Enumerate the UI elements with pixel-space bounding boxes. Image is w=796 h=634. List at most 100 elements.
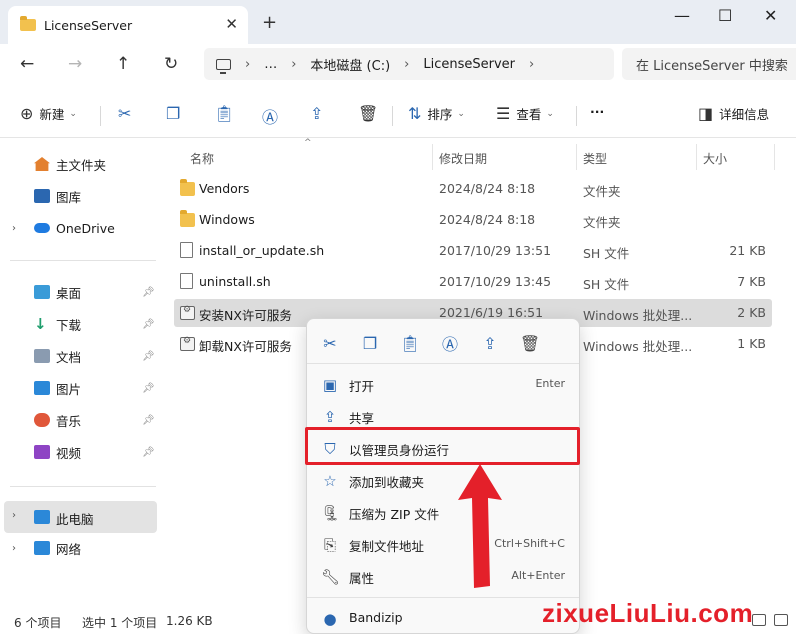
details-pane-button[interactable]: ◨ 详细信息 [698,104,769,123]
column-header-type[interactable]: 类型 [583,146,607,170]
details-view-icon[interactable] [752,614,766,626]
copy-button[interactable]: ❐ [166,104,186,123]
tiles-view-icon[interactable] [774,614,788,626]
pin-icon[interactable]: 📌︎ [142,383,155,394]
batch-file-icon [180,336,195,351]
sidebar-item-home[interactable]: 主文件夹 [0,150,160,178]
column-divider[interactable] [774,144,775,170]
details-label: 详细信息 [719,107,770,122]
column-divider[interactable] [432,144,433,170]
sidebar-item-desktop[interactable]: 桌面 📌︎ [0,278,160,306]
menu-shortcut: Alt+Enter [511,569,565,582]
sidebar-item-documents[interactable]: 文档 📌︎ [0,342,160,370]
file-name: 安装NX许可服务 [199,308,292,323]
file-row-uninstall[interactable]: uninstall.sh 2017/10/29 13:45 SH 文件 7 KB [174,268,772,296]
context-share-button[interactable]: ⇪ [475,331,505,355]
share-button[interactable]: ⇪ [310,104,329,123]
menu-item-copy-path[interactable]: ⎘ 复制文件地址 Ctrl+Shift+C [311,529,575,559]
column-header-name[interactable]: 名称 [190,146,214,170]
delete-button[interactable]: 🗑︎ [358,104,384,123]
file-icon [180,242,193,258]
menu-shortcut: Enter [535,377,565,390]
sidebar-item-onedrive[interactable]: › OneDrive [0,214,160,242]
file-date: 2024/8/24 8:18 [439,212,536,227]
column-header-size[interactable]: 大小 [703,146,727,170]
refresh-button[interactable]: ↻ [164,54,178,74]
context-menu: ✂ ❐ 📋︎ Ⓐ ⇪ 🗑︎ ▣ 打开 Enter ⇪ 共享 ⛉ 以管理员身份运行… [306,318,580,634]
menu-item-open[interactable]: ▣ 打开 Enter [311,369,575,399]
address-bar[interactable]: › … › 本地磁盘 (C:) › LicenseServer › [204,48,614,80]
file-row-vendors[interactable]: Vendors 2024/8/24 8:18 文件夹 [174,175,772,203]
sidebar-item-gallery[interactable]: 图库 [0,182,160,210]
trash-icon: 🗑︎ [519,333,541,353]
new-button[interactable]: ⊕ 新建 ⌄ [20,104,77,123]
rename-button[interactable]: Ⓐ [262,104,284,128]
menu-item-properties[interactable]: 🔧︎ 属性 Alt+Enter [311,561,575,591]
sidebar-item-pictures[interactable]: 图片 📌︎ [0,374,160,402]
menu-label: 复制文件地址 [349,539,425,554]
file-type: SH 文件 [583,277,630,292]
chevron-right-icon[interactable]: › [12,543,16,554]
context-delete-button[interactable]: 🗑︎ [515,331,545,355]
context-paste-button[interactable]: 📋︎ [395,331,425,355]
menu-item-compress-zip[interactable]: 🗜︎ 压缩为 ZIP 文件 [311,497,575,527]
red-arrow-annotation [458,464,502,588]
new-tab-button[interactable]: + [262,12,277,33]
sidebar-item-thispc[interactable]: › 此电脑 [4,501,157,533]
cut-button[interactable]: ✂ [118,104,137,123]
breadcrumb-separator-icon[interactable]: › [404,57,409,72]
pin-icon[interactable]: 📌︎ [142,447,155,458]
menu-label: 压缩为 ZIP 文件 [349,507,440,522]
list-view-icon: ☰ [496,104,511,123]
chevron-right-icon[interactable]: › [12,510,16,521]
file-date: 2024/8/24 8:18 [439,181,536,196]
breadcrumb-separator-icon[interactable]: › [245,57,250,72]
trash-icon: 🗑︎ [358,104,379,123]
file-row-install-or-update[interactable]: install_or_update.sh 2017/10/29 13:51 SH… [174,237,772,265]
minimize-button[interactable]: — [674,6,690,25]
search-input[interactable]: 在 LicenseServer 中搜索 [622,48,796,80]
maximize-button[interactable]: ☐ [718,6,732,25]
close-button[interactable]: ✕ [764,6,777,25]
pin-icon[interactable]: 📌︎ [142,351,155,362]
breadcrumb-local-disk[interactable]: 本地磁盘 (C:) [310,55,390,74]
back-button[interactable]: ← [20,54,34,74]
new-label: 新建 [39,107,65,122]
context-copy-button[interactable]: ❐ [355,331,385,355]
context-rename-button[interactable]: Ⓐ [435,331,465,355]
tab-close-button[interactable]: ✕ [225,15,238,33]
pin-icon[interactable]: 📌︎ [142,287,155,298]
breadcrumb-separator-icon[interactable]: › [529,57,534,72]
pin-icon[interactable]: 📌︎ [142,415,155,426]
column-header-modified[interactable]: 修改日期 [439,146,487,170]
breadcrumb-more[interactable]: … [264,57,277,72]
wrench-icon: 🔧︎ [321,568,341,586]
menu-item-bandizip[interactable]: ● Bandizip [311,603,575,633]
document-icon [34,349,50,363]
up-button[interactable]: ↑ [116,54,130,74]
file-row-windows[interactable]: Windows 2024/8/24 8:18 文件夹 [174,206,772,234]
breadcrumb-separator-icon[interactable]: › [291,57,296,72]
menu-item-add-favorites[interactable]: ☆ 添加到收藏夹 [311,465,575,495]
paste-button[interactable]: 📋︎ [214,104,240,123]
chevron-right-icon[interactable]: › [12,223,16,234]
sidebar-label: 视频 [56,445,82,461]
sort-button[interactable]: ⇅ 排序 ⌄ [408,104,465,123]
more-options-button[interactable]: ··· [590,104,604,119]
share-icon: ⇪ [323,408,337,426]
sidebar-item-videos[interactable]: 视频 📌︎ [0,438,160,466]
watermark-text: zixueLiuLiu.com [542,598,754,628]
view-button[interactable]: ☰ 查看 ⌄ [496,104,554,123]
sidebar-item-music[interactable]: 音乐 📌︎ [0,406,160,434]
tab-licenseserver[interactable]: LicenseServer ✕ [8,6,248,44]
sidebar-item-downloads[interactable]: ↓ 下载 📌︎ [0,310,160,338]
pin-icon[interactable]: 📌︎ [142,319,155,330]
menu-label: Bandizip [349,610,403,625]
column-divider[interactable] [576,144,577,170]
forward-button[interactable]: → [68,54,82,74]
sidebar-item-network[interactable]: › 网络 [0,534,160,562]
file-type: SH 文件 [583,246,630,261]
context-cut-button[interactable]: ✂ [315,331,345,355]
breadcrumb-licenseserver[interactable]: LicenseServer [423,57,515,72]
column-divider[interactable] [696,144,697,170]
